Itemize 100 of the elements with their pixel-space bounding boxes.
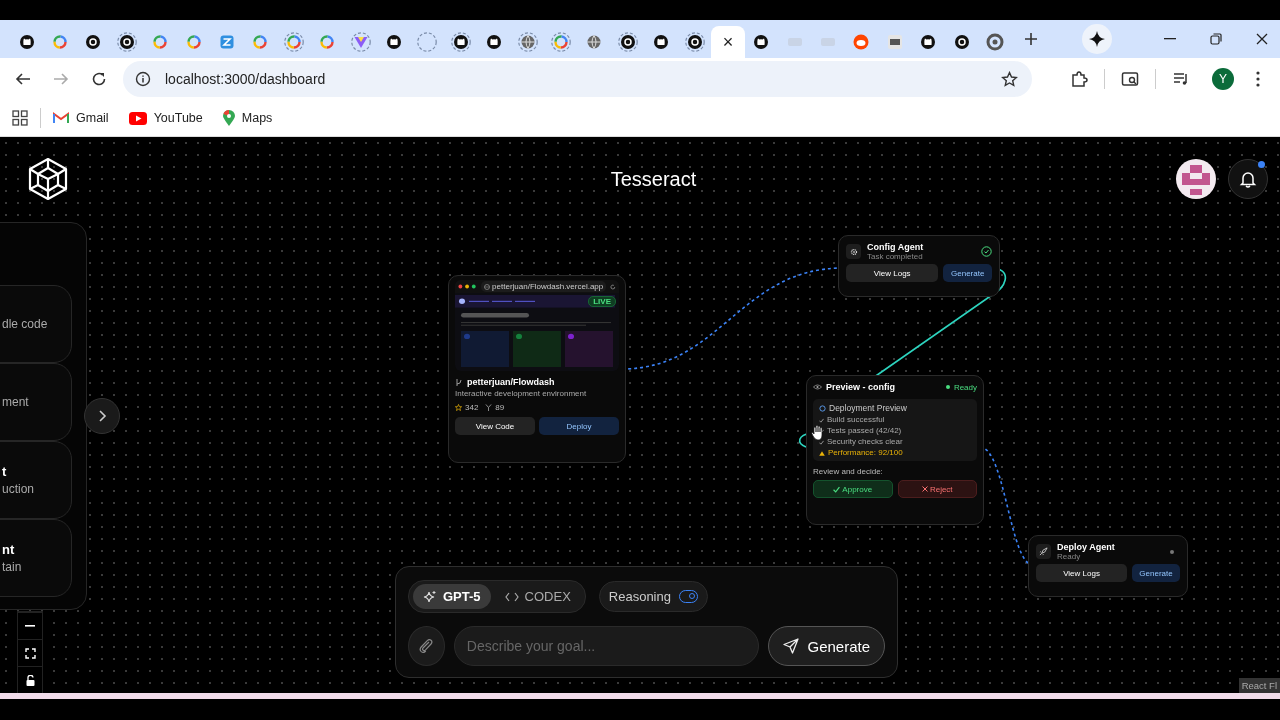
repo-name: petterjuan/Flowdash xyxy=(467,377,555,387)
review-prompt: Review and decide: xyxy=(813,467,884,476)
template-card[interactable]: t uction xyxy=(0,441,72,519)
info-icon[interactable] xyxy=(135,71,151,87)
favicon-icon xyxy=(617,32,638,52)
play-icon xyxy=(128,111,147,125)
review-node[interactable]: Preview - config Ready Deployment Preview Build successful Tests passed (42/42) Security checks clear Performance: 92/100 Review and decide: Approve Reject xyxy=(806,375,984,525)
zoom-out-button[interactable] xyxy=(18,612,42,639)
send-icon xyxy=(783,638,800,654)
avatar-icon[interactable] xyxy=(1176,159,1216,199)
close-tab-button[interactable]: × xyxy=(722,33,734,51)
agent-name: Deploy Agent xyxy=(1057,542,1116,552)
attribution-link[interactable]: React Fl xyxy=(1238,678,1280,693)
app-title: Tesseract xyxy=(609,167,697,191)
view-logs-button[interactable]: View Logs xyxy=(846,264,939,282)
branch-icon xyxy=(455,377,463,387)
profile-avatar[interactable]: Y xyxy=(1212,68,1234,90)
preview-node[interactable]: petterjuan/Flowdash.vercel.app LIVE petterjuan/Flowdash Interactive development environment 342 89 View Code Deploy xyxy=(448,275,626,463)
back-icon[interactable] xyxy=(15,71,31,87)
minus-icon xyxy=(25,625,35,627)
generate-button[interactable]: Generate xyxy=(768,626,885,666)
agent-node[interactable]: Config Agent Task completed View Logs Generate xyxy=(838,235,1000,297)
favicon-icon xyxy=(384,32,404,52)
favicon-icon xyxy=(116,32,137,52)
node-title: Preview - config xyxy=(826,382,896,392)
favicon-icon xyxy=(350,32,371,52)
agent-name: Config Agent xyxy=(867,242,925,252)
address-bar[interactable]: localhost:3000/dashboard xyxy=(123,61,1032,97)
close-icon[interactable] xyxy=(1256,33,1268,45)
bell-icon xyxy=(1239,170,1257,188)
url-text: petterjuan/Flowdash.vercel.app xyxy=(492,282,604,291)
approve-button[interactable]: Approve xyxy=(813,480,893,498)
chevron-right-icon xyxy=(97,410,107,422)
check-icon xyxy=(833,485,841,493)
globe-icon xyxy=(484,283,491,290)
sidebar-toggle-button[interactable] xyxy=(84,398,120,434)
envelope-icon xyxy=(53,112,69,124)
browser-tab[interactable]: × xyxy=(711,26,745,58)
new-tab-button[interactable] xyxy=(1023,32,1038,46)
paperclip-icon xyxy=(418,638,435,654)
template-card[interactable]: dle code xyxy=(0,285,72,363)
check-item: Build successful xyxy=(827,416,885,424)
view-logs-button[interactable]: View Logs xyxy=(1036,564,1128,582)
window-dots-icon xyxy=(458,284,478,289)
url-text[interactable]: localhost:3000/dashboard xyxy=(165,71,326,87)
check-item: Tests passed (42/42) xyxy=(827,427,902,435)
eye-icon xyxy=(813,384,822,390)
panel-title: Deployment Preview xyxy=(829,403,907,413)
code-icon xyxy=(504,591,519,602)
bookmark-link[interactable]: Gmail xyxy=(53,111,109,125)
template-card[interactable]: nt tain xyxy=(0,519,72,597)
puzzle-icon[interactable] xyxy=(1070,70,1088,88)
star-count: 342 xyxy=(465,403,479,412)
menu-icon[interactable] xyxy=(1256,71,1260,87)
generate-button[interactable]: Generate xyxy=(943,264,992,282)
check-item: Security checks clear xyxy=(827,438,903,446)
reasoning-label: Reasoning xyxy=(608,589,671,604)
view-code-button[interactable]: View Code xyxy=(455,417,535,435)
model-tab[interactable]: CODEX xyxy=(494,584,581,609)
media-icon[interactable] xyxy=(1172,70,1190,88)
agent-node[interactable]: Deploy Agent Ready View Logs Generate xyxy=(1028,535,1188,597)
expand-icon xyxy=(24,647,36,659)
model-tab[interactable]: GPT-5 xyxy=(413,584,491,609)
sparkle-icon xyxy=(423,589,437,604)
favicon-icon xyxy=(550,32,571,52)
favicon-icon xyxy=(985,32,1005,52)
favicon-icon xyxy=(517,32,538,52)
reject-button[interactable]: Reject xyxy=(897,480,977,498)
fork-count: 89 xyxy=(495,403,505,412)
x-icon xyxy=(921,486,928,492)
bookmark-link[interactable]: YouTube xyxy=(128,111,203,125)
notifications-button[interactable] xyxy=(1228,159,1268,199)
favicon-icon xyxy=(684,32,705,52)
favicon-icon xyxy=(283,32,304,52)
circle-icon xyxy=(819,404,826,412)
favicon-icon xyxy=(450,32,471,52)
check-item: Performance: 92/100 xyxy=(828,449,903,457)
bookmark-link[interactable]: Maps xyxy=(222,110,273,126)
live-badge: LIVE xyxy=(588,296,616,307)
hand-cursor-icon xyxy=(811,425,825,441)
map-pin-icon xyxy=(222,110,235,126)
sparkle-button[interactable] xyxy=(1082,24,1112,54)
minimize-icon[interactable] xyxy=(1164,38,1176,40)
reload-icon[interactable] xyxy=(91,71,107,87)
fork-icon xyxy=(485,404,493,411)
star-icon xyxy=(455,404,462,411)
star-icon[interactable] xyxy=(1001,70,1018,88)
agent-status: Ready xyxy=(1057,552,1082,561)
template-card[interactable]: ment xyxy=(0,363,72,441)
restore-icon[interactable] xyxy=(1210,33,1222,45)
apps-grid-icon[interactable] xyxy=(12,110,28,126)
tab-search-icon[interactable] xyxy=(1121,70,1139,88)
deploy-button[interactable]: Deploy xyxy=(539,417,619,435)
repo-description: Interactive development environment xyxy=(455,389,588,398)
attach-button[interactable] xyxy=(408,626,445,666)
cube-logo-icon[interactable] xyxy=(27,157,69,201)
unlocked-lock-icon xyxy=(25,674,35,686)
goal-input-field[interactable]: Describe your goal... xyxy=(453,626,760,666)
generate-button[interactable]: Generate xyxy=(1132,564,1180,582)
favicon-icon xyxy=(417,32,438,52)
